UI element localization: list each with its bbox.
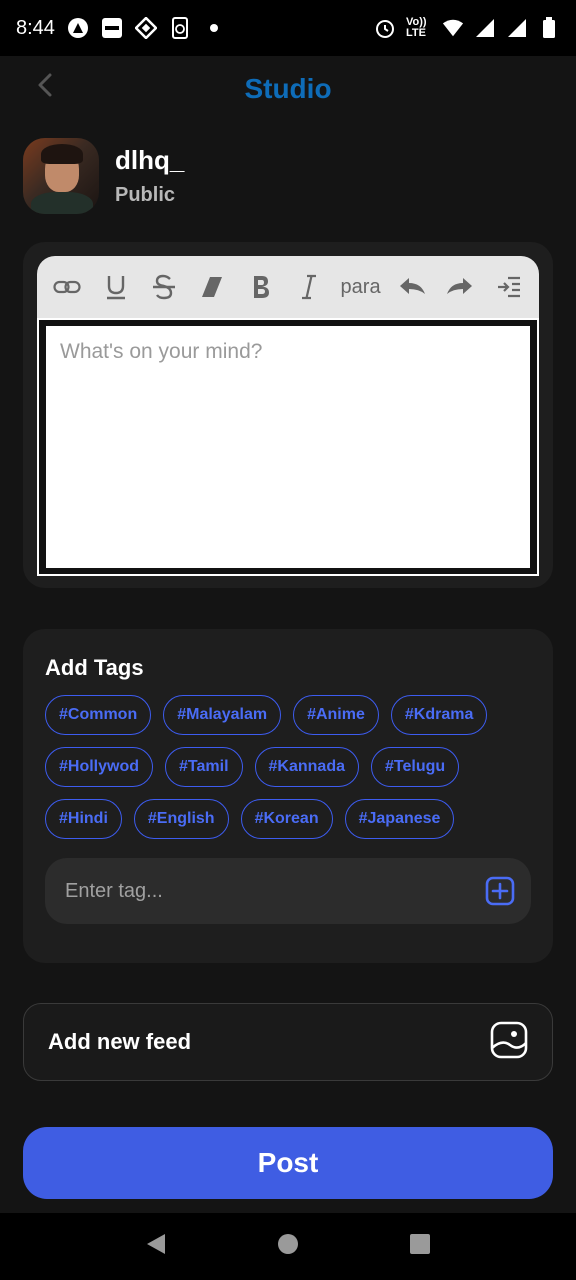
italic-icon[interactable]	[292, 267, 326, 307]
post-button[interactable]: Post	[23, 1127, 553, 1199]
volte-icon: Vo)) LTE	[406, 16, 427, 39]
signal-icon	[474, 17, 496, 39]
username: dlhq_	[115, 145, 185, 175]
back-triangle-icon[interactable]	[145, 1232, 167, 1261]
alarm-icon	[374, 17, 396, 39]
avatar[interactable]	[23, 138, 99, 214]
profile-header: dlhq_ Public	[23, 138, 184, 214]
tags-card: Add Tags #Common #Malayalam #Anime #Kdra…	[23, 629, 553, 963]
post-text-editor[interactable]: What's on your mind?	[46, 326, 530, 568]
add-new-feed-label: Add new feed	[48, 1029, 192, 1054]
binance-icon	[134, 17, 157, 39]
add-tag-icon[interactable]	[485, 876, 515, 906]
visibility-label[interactable]: Public	[115, 184, 184, 207]
status-time: 8:44	[16, 16, 55, 39]
strikethrough-icon[interactable]	[147, 267, 181, 307]
phone-sync-icon	[169, 17, 191, 39]
tag-chip[interactable]: #English	[133, 799, 229, 839]
tag-chip[interactable]: #Hollywod	[45, 747, 154, 787]
tag-chip[interactable]: #Anime	[293, 695, 379, 735]
editor-frame: What's on your mind?	[37, 318, 539, 576]
tags-list: #Common #Malayalam #Anime #Kdrama #Holly…	[45, 695, 535, 839]
tag-input-field	[45, 858, 531, 924]
system-nav-bar	[0, 1213, 576, 1280]
a-logo-icon	[67, 17, 89, 39]
tag-chip[interactable]: #Hindi	[45, 799, 122, 839]
home-circle-icon[interactable]	[277, 1233, 299, 1260]
link-icon[interactable]	[50, 267, 84, 307]
para-label[interactable]: para	[341, 267, 381, 307]
wifi-icon	[442, 17, 464, 39]
bold-icon[interactable]	[244, 267, 278, 307]
tag-chip[interactable]: #Korean	[240, 799, 333, 839]
image-add-icon	[490, 1021, 528, 1064]
blinkit-icon	[101, 17, 123, 39]
page-title: Studio	[244, 73, 332, 104]
status-bar: 8:44 Vo)) LTE	[0, 0, 576, 56]
indent-icon[interactable]	[492, 267, 526, 307]
underline-icon[interactable]	[99, 267, 133, 307]
undo-icon[interactable]	[395, 267, 429, 307]
add-new-feed-button[interactable]: Add new feed	[23, 1003, 553, 1081]
eraser-icon[interactable]	[195, 267, 229, 307]
tag-chip[interactable]: #Malayalam	[163, 695, 282, 735]
battery-icon	[538, 17, 560, 39]
editor-card: para What's on your mind?	[23, 242, 553, 588]
tag-chip[interactable]: #Japanese	[344, 799, 455, 839]
tag-chip[interactable]: #Kdrama	[390, 695, 488, 735]
tag-chip[interactable]: #Telugu	[370, 747, 460, 787]
chevron-left-icon[interactable]	[30, 70, 60, 100]
tag-chip[interactable]: #Kannada	[254, 747, 359, 787]
editor-placeholder: What's on your mind?	[60, 340, 263, 363]
dot-icon	[203, 17, 225, 39]
tag-input[interactable]	[63, 878, 485, 904]
redo-icon[interactable]	[443, 267, 477, 307]
recents-square-icon[interactable]	[409, 1233, 431, 1260]
tag-chip[interactable]: #Common	[45, 695, 152, 735]
editor-toolbar: para	[37, 256, 539, 318]
status-right: Vo)) LTE	[374, 17, 560, 39]
header: Studio	[0, 56, 576, 122]
profile-info: dlhq_ Public	[115, 145, 184, 207]
status-left: 8:44	[16, 17, 225, 40]
signal-icon	[506, 17, 528, 39]
tag-chip[interactable]: #Tamil	[165, 747, 243, 787]
tags-title: Add Tags	[45, 655, 144, 680]
